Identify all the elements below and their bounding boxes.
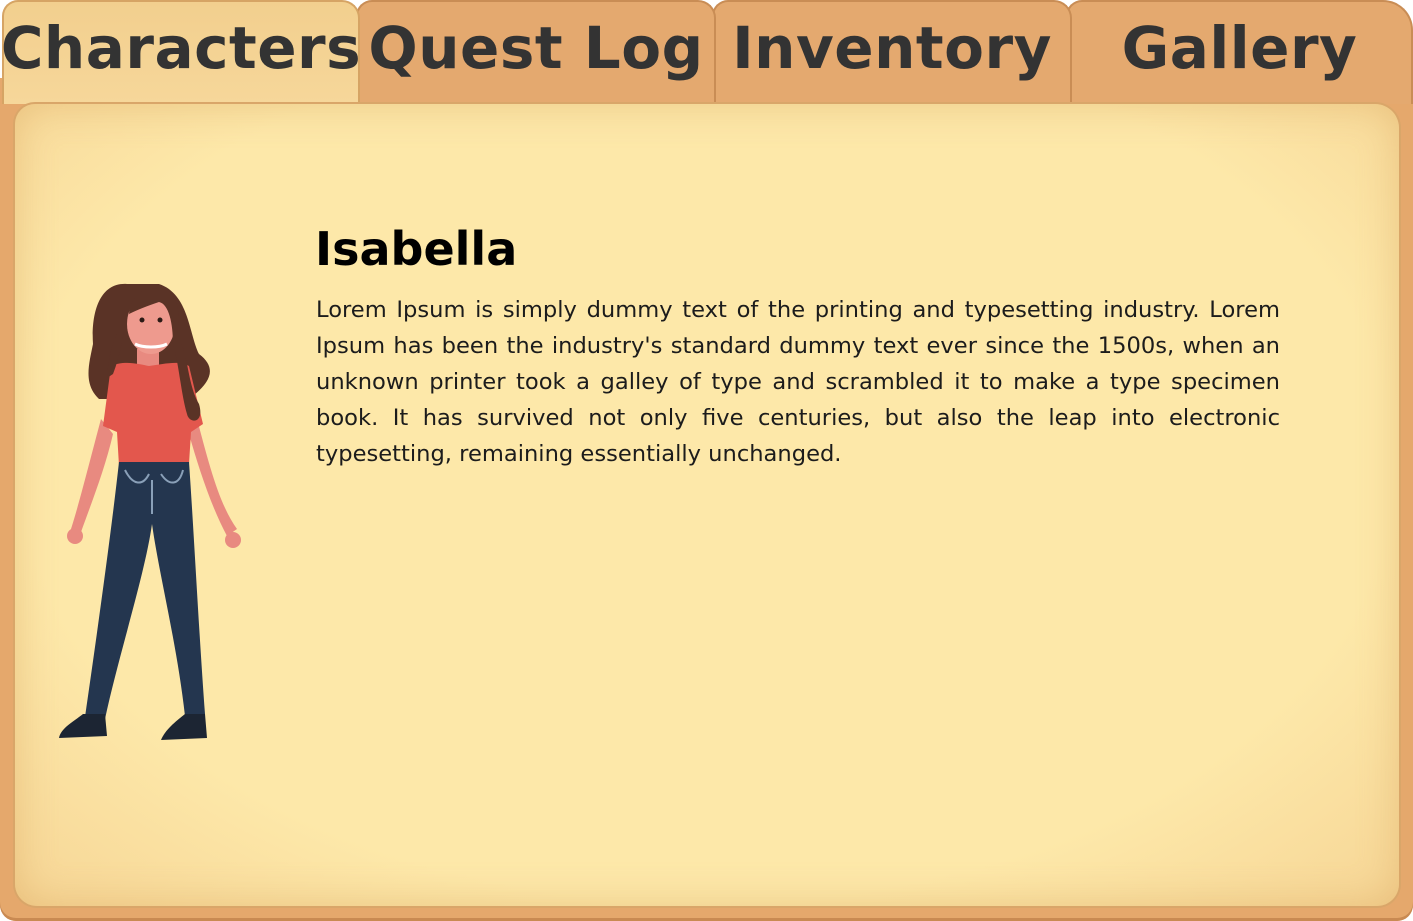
game-menu-window: Characters Quest Log Inventory Gallery I… (0, 0, 1413, 921)
tab-quest-log-label: Quest Log (368, 14, 704, 82)
tab-characters-label: Characters (0, 14, 362, 82)
tab-gallery-label: Gallery (1121, 14, 1358, 82)
tab-inventory[interactable]: Inventory (712, 0, 1072, 104)
girl-character-portrait-icon (59, 283, 241, 740)
tab-quest-log[interactable]: Quest Log (356, 0, 716, 104)
tab-characters[interactable]: Characters (0, 0, 362, 104)
character-name: Isabella (315, 222, 518, 276)
character-bio: Lorem Ipsum is simply dummy text of the … (316, 297, 1280, 467)
tab-gallery[interactable]: Gallery (1066, 0, 1413, 104)
character-panel: Isabella Lorem Ipsum is simply dummy tex… (15, 104, 1399, 906)
tab-inventory-label: Inventory (732, 14, 1052, 82)
